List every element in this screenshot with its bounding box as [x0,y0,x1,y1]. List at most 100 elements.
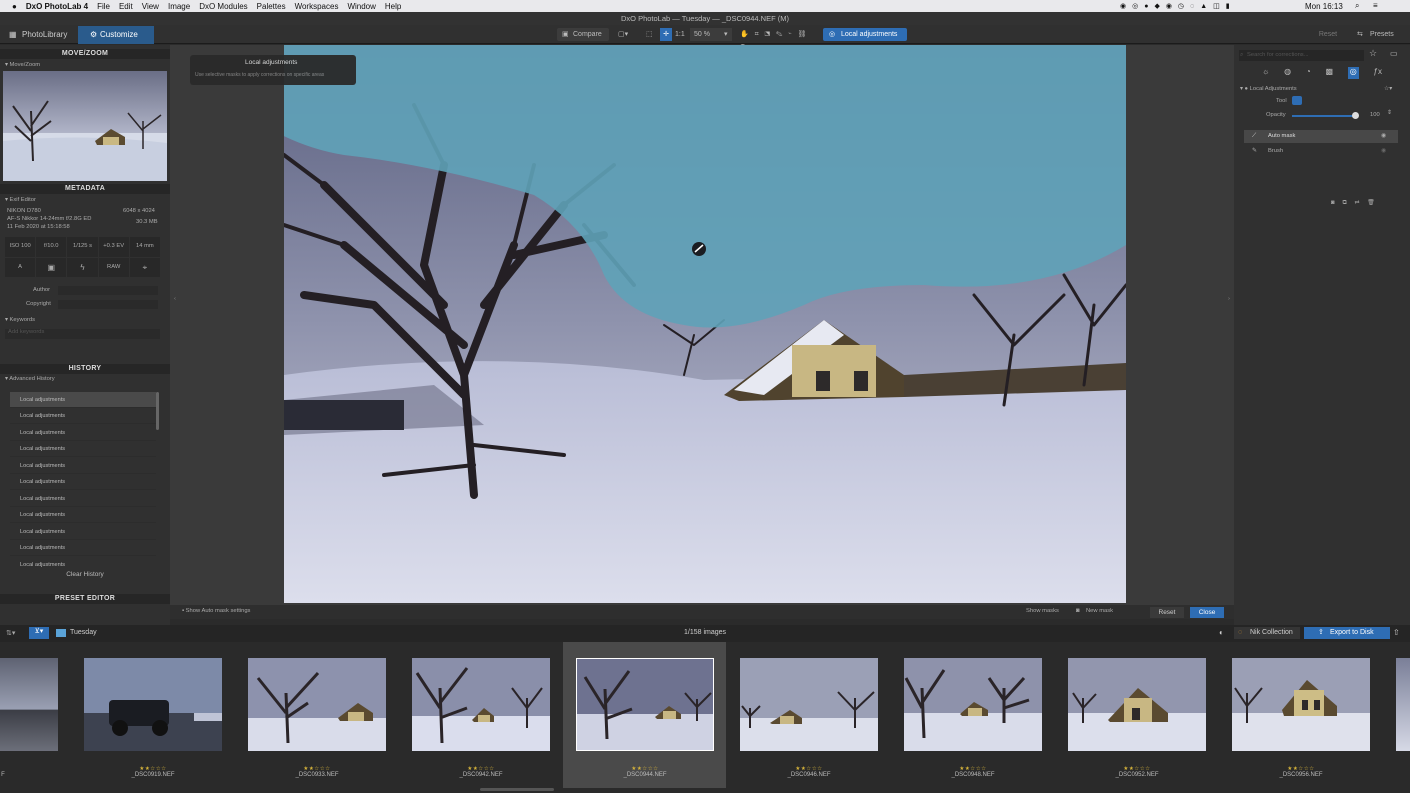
history-item[interactable]: Local adjustments [10,441,156,457]
geometry-icon[interactable]: ▩ [1325,67,1333,79]
eye-icon[interactable]: ◉ [1381,133,1386,139]
export-to-disk-button[interactable]: ⇪ Export to Disk [1304,627,1390,639]
clear-history-button[interactable]: Clear History [0,571,170,578]
menu-dxo-modules[interactable]: DxO Modules [199,2,247,11]
clock[interactable]: Mon 16:13 [1305,2,1343,11]
collapse-left-icon[interactable]: ‹ [174,296,176,302]
search-input[interactable]: ⌕ Search for corrections... [1239,50,1364,61]
navigator-preview[interactable] [3,71,167,181]
status-icons[interactable]: ◉◎●◆◉◷◌▲◫▮ [1120,2,1236,10]
menu-list-icon[interactable]: ≡ [1373,1,1378,10]
thumbnail[interactable]: F [0,642,80,788]
preset-editor-header[interactable]: PRESET EDITOR [0,594,170,604]
history-item[interactable]: Local adjustments [10,540,156,556]
thumbnail[interactable]: ★★☆☆☆ _DSC0946.NEF [740,642,878,788]
opacity-slider-track[interactable] [1292,112,1359,119]
zoom-1to1[interactable]: 1:1 [675,28,689,41]
history-item[interactable]: Local adjustments [10,557,156,570]
thumbnail-partial[interactable] [1396,658,1410,751]
collapse-right-icon[interactable]: › [1228,296,1230,302]
color-icon[interactable]: ◍ [1284,67,1291,79]
tool-button[interactable] [1292,96,1302,105]
thumbnail[interactable]: ★★☆☆☆ _DSC0919.NEF [84,642,222,788]
show-masks-toggle[interactable]: Show masks [1026,608,1059,614]
opacity-value[interactable]: 100 [1370,112,1380,118]
tab-photolibrary[interactable]: ▦ PhotoLibrary [0,26,76,44]
copyright-field[interactable] [58,300,158,309]
tab-customize[interactable]: ⚙ Customize [78,26,154,44]
close-button[interactable]: Close [1190,607,1224,618]
zoom-select[interactable]: 50 % ▾ [690,28,732,41]
tool-icons[interactable]: ✋⌗⬔✎⌁⛓◉ [740,28,820,51]
reset-button[interactable]: Reset [1310,28,1346,41]
history-item[interactable]: Local adjustments [10,458,156,474]
search-icon[interactable]: ⌕ [1355,1,1359,11]
main-photo[interactable] [284,45,1126,603]
split-view-icon[interactable]: ▢▾ [618,28,638,41]
dark-mode-icon[interactable]: ◐ [1219,628,1224,637]
filmstrip-scrollbar[interactable] [480,788,554,791]
mask-item-auto[interactable]: ⟋ Auto mask ◉ [1244,130,1398,143]
thumbnail[interactable]: ★★☆☆☆ _DSC0933.NEF [248,642,386,788]
thumbnail-selected[interactable]: ★★☆☆☆ _DSC0944.NEF [576,642,714,788]
local-tab-icon[interactable]: ◎ [1347,67,1359,79]
menu-file[interactable]: File [97,2,110,11]
menu-help[interactable]: Help [385,2,401,11]
author-field[interactable] [58,286,158,295]
toggle-icon[interactable]: ▭ [1390,49,1398,58]
history-item[interactable]: Local adjustments [10,524,156,540]
move-icon[interactable]: ✛ [660,28,672,41]
nik-collection-button[interactable]: ◌ Nik Collection [1234,627,1300,639]
thumbnail[interactable]: ★★☆☆☆ _DSC0952.NEF [1068,642,1206,788]
menu-edit[interactable]: Edit [119,2,133,11]
sort-icon[interactable]: ⇅▾ [6,629,15,637]
show-automask-checkbox[interactable]: ▪ Show Auto mask settings [182,608,250,614]
local-adjustments-button[interactable]: ◎ Local adjustments [823,28,907,41]
keywords-input[interactable]: Add keywords [5,329,160,339]
local-adjustments-section[interactable]: ▾ ● Local Adjustments [1240,86,1297,92]
light-icon[interactable]: ☼ [1262,67,1269,79]
exif-editor-subheader[interactable]: ▾ Exif Editor [5,197,36,203]
presets-button[interactable]: ⇆ Presets [1350,28,1400,41]
stepper-icon[interactable]: ⇕ [1387,110,1392,116]
share-icon[interactable]: ⇧ [1393,628,1400,637]
filter-icon[interactable]: ⊻▾ [29,627,49,639]
history-item[interactable]: Local adjustments [10,474,156,490]
reset-mask-button[interactable]: Reset [1150,607,1184,618]
detail-icon[interactable]: ◔ [1306,67,1311,79]
thumbnail[interactable]: ★★☆☆☆ _DSC0956.NEF [1232,642,1370,788]
history-item[interactable]: Local adjustments [10,425,156,441]
metadata-header[interactable]: METADATA [0,184,170,194]
opacity-slider-knob[interactable] [1352,112,1359,119]
apple-icon[interactable]: ● [12,2,17,11]
thumbnail[interactable]: ★★☆☆☆ _DSC0948.NEF [904,642,1042,788]
history-item[interactable]: Local adjustments [10,392,156,408]
menu-image[interactable]: Image [168,2,190,11]
keywords-subheader[interactable]: ▾ Keywords [5,317,35,323]
image-viewer[interactable]: Local adjustments Use selective masks to… [170,45,1234,605]
thumbnail[interactable]: ★★☆☆☆ _DSC0942.NEF [412,642,550,788]
history-item[interactable]: Local adjustments [10,507,156,523]
section-options-icon[interactable]: ☆▾ [1384,86,1392,92]
compare-button[interactable]: ▣ Compare [557,28,609,41]
eye-icon[interactable]: ◉ [1381,148,1386,154]
history-item[interactable]: Local adjustments [10,491,156,507]
menu-palettes[interactable]: Palettes [257,2,286,11]
mask-actions[interactable]: ◙⧉⇄🗑 [1331,200,1383,207]
move-zoom-header[interactable]: MOVE/ZOOM [0,49,170,59]
menu-workspaces[interactable]: Workspaces [295,2,339,11]
star-icon[interactable]: ☆ [1369,48,1377,59]
menu-window[interactable]: Window [347,2,375,11]
fit-icon[interactable]: ⬚ [646,28,658,41]
history-scrollbar[interactable] [156,392,159,430]
move-zoom-subheader[interactable]: ▾ Move/Zoom [5,62,40,68]
mask-item-brush[interactable]: ✎ Brush ◉ [1244,145,1398,158]
menu-view[interactable]: View [142,2,159,11]
folder-name[interactable]: Tuesday [70,629,97,636]
advanced-history-subheader[interactable]: ▾ Advanced History [5,376,55,382]
fx-icon[interactable]: ƒx [1374,67,1382,79]
history-header[interactable]: HISTORY [0,364,170,374]
history-item[interactable]: Local adjustments [10,408,156,424]
app-menu[interactable]: DxO PhotoLab 4 [26,2,88,11]
new-mask-button[interactable]: ◙ New mask [1076,608,1134,614]
